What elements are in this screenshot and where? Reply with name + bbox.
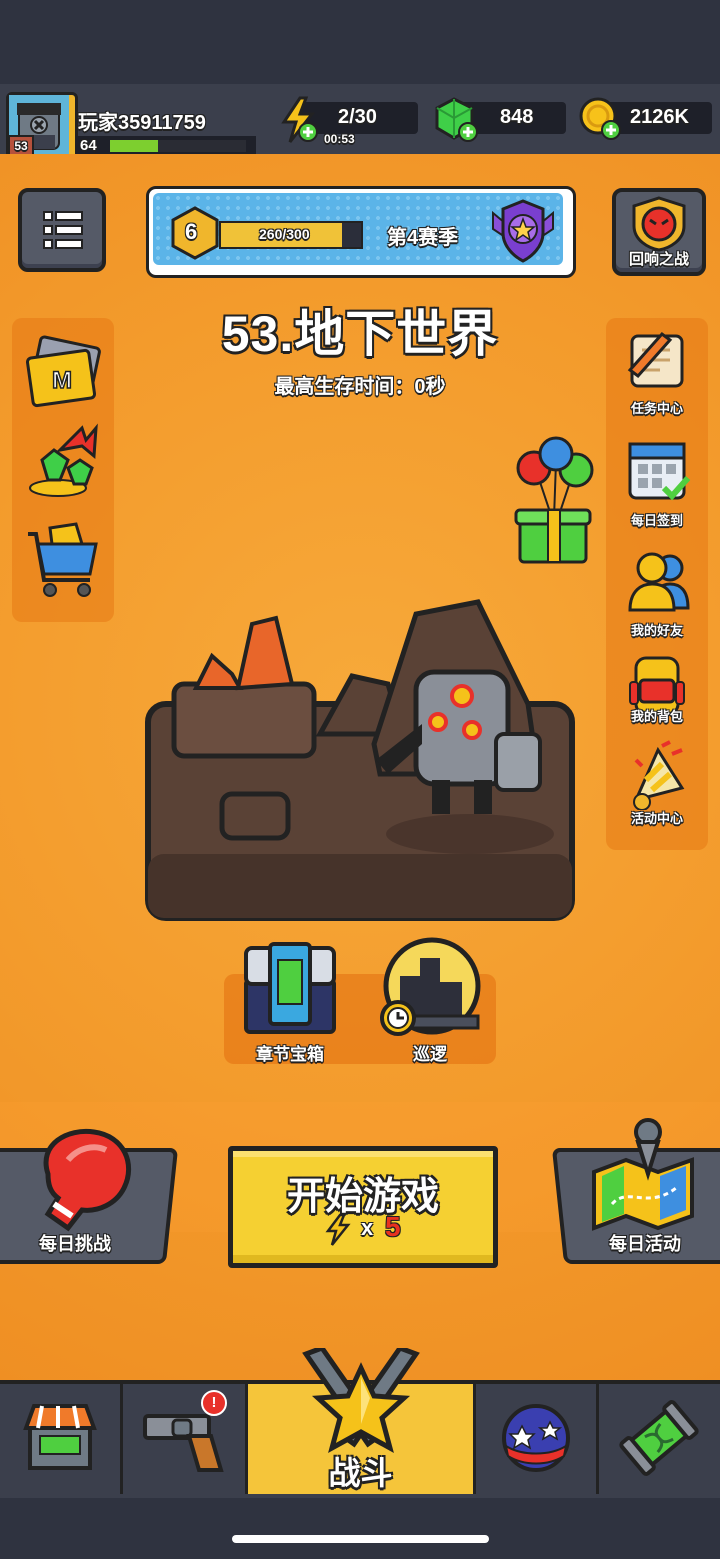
season-label: 第4赛季 xyxy=(387,227,459,249)
season-progress-text: 260/300 xyxy=(259,226,310,242)
talent-ball-icon xyxy=(502,1404,570,1472)
weapon-notification-badge: ! xyxy=(201,1390,227,1416)
season-shield-icon xyxy=(492,199,554,263)
season-level: 6 xyxy=(185,219,198,244)
gem-upgrade-icon[interactable] xyxy=(24,420,102,500)
chapter-chest-label: 章节宝箱 xyxy=(256,1045,324,1064)
gem-icon xyxy=(435,97,478,142)
player-name: 玩家35911759 xyxy=(78,112,206,134)
list-menu-icon xyxy=(43,211,83,249)
battle-icon xyxy=(302,1348,420,1454)
start-cost-value: 5 xyxy=(385,1211,401,1242)
menu-button[interactable] xyxy=(18,188,106,272)
coin-icon xyxy=(579,97,621,140)
player-xp-fill xyxy=(110,140,158,152)
bottom-nav: ! 战斗 xyxy=(0,1348,720,1498)
party-popper-icon xyxy=(633,740,685,810)
player-level-bar-bg: 64 xyxy=(76,136,256,156)
echo-battle-label: 回响之战 xyxy=(628,251,689,268)
calendar-check-icon xyxy=(628,442,691,501)
player-level: 64 xyxy=(80,137,97,154)
nav-talent[interactable] xyxy=(476,1384,599,1494)
energy-count: 2/30 xyxy=(338,106,377,128)
evolution-icon xyxy=(619,1400,699,1476)
chest-icon xyxy=(244,942,336,1034)
main-area: 6 260/300 第4赛季 回响之战 53.地下世界 最高生存时间：0秒 M xyxy=(0,154,720,1380)
echo-battle-button[interactable]: 回响之战 xyxy=(612,188,706,276)
season-bar[interactable]: 6 260/300 第4赛季 xyxy=(146,186,576,278)
m-card-icon[interactable]: M xyxy=(22,332,104,412)
daily-challenge-label: 每日挑战 xyxy=(39,1234,111,1254)
shop-icon xyxy=(23,1404,97,1470)
right-menu-quest-center[interactable]: 任务中心 xyxy=(612,324,702,424)
start-cost-lightning-icon xyxy=(325,1213,351,1246)
backpack-label: 我的背包 xyxy=(630,709,683,724)
season-progress-track: 260/300 xyxy=(219,221,363,249)
right-menu-backpack[interactable]: 我的背包 xyxy=(612,650,702,750)
patrol-label: 巡逻 xyxy=(413,1045,447,1064)
chapter-chest-button[interactable]: 章节宝箱 xyxy=(236,940,346,1066)
demon-shield-icon xyxy=(632,196,686,252)
right-menu-event-center[interactable]: 活动中心 xyxy=(612,740,702,840)
right-menu-friends[interactable]: 我的好友 xyxy=(612,546,702,646)
nav-shop[interactable] xyxy=(0,1384,123,1494)
start-game-button[interactable]: 开始游戏 x 5 xyxy=(228,1146,498,1268)
shop-cart-icon[interactable] xyxy=(22,514,104,600)
right-menu-daily-checkin[interactable]: 每日签到 xyxy=(612,436,702,536)
energy-timer: 00:53 xyxy=(324,132,355,146)
lightning-icon xyxy=(281,96,318,143)
svg-text:M: M xyxy=(52,367,72,394)
coins-count: 2126K xyxy=(630,106,689,128)
map-pin-icon xyxy=(592,1118,694,1231)
event-center-label: 活动中心 xyxy=(630,811,683,826)
friends-label: 我的好友 xyxy=(630,623,683,638)
scroll-quill-icon xyxy=(627,331,684,388)
quest-center-label: 任务中心 xyxy=(630,401,683,416)
nav-weapon[interactable]: ! xyxy=(123,1384,248,1494)
start-game-label: 开始游戏 xyxy=(286,1176,439,1218)
balloon-gift-icon[interactable] xyxy=(512,434,598,568)
patrol-icon xyxy=(380,937,481,1036)
friends-icon xyxy=(628,552,690,612)
patrol-button[interactable]: 巡逻 xyxy=(376,936,486,1066)
boxing-glove-icon xyxy=(43,1128,131,1232)
nav-evolution[interactable] xyxy=(599,1384,720,1494)
start-cost-prefix: x xyxy=(361,1215,374,1240)
status-bar xyxy=(0,0,720,84)
daily-checkin-label: 每日签到 xyxy=(630,513,683,528)
gems-count: 848 xyxy=(500,106,534,128)
daily-event-label: 每日活动 xyxy=(609,1234,681,1254)
home-indicator[interactable] xyxy=(232,1535,489,1543)
stage-scene-illustration xyxy=(145,599,575,921)
top-bar: 53 玩家35911759 64 2/30 00:53 848 2126K xyxy=(0,84,720,164)
player-xp-track xyxy=(110,140,246,152)
